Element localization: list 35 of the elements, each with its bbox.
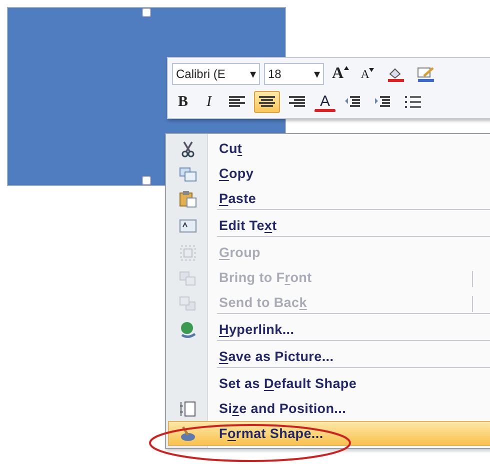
indent-icon	[344, 94, 362, 110]
align-right-icon	[288, 94, 306, 110]
align-center-button[interactable]	[254, 91, 280, 113]
scissors-icon	[179, 140, 197, 158]
font-color-button[interactable]: A	[314, 92, 336, 112]
paint-bucket-icon	[386, 66, 405, 82]
layers-icon	[179, 294, 197, 312]
group-icon	[179, 244, 197, 262]
menu-item[interactable]: Set as Default Shape	[168, 371, 490, 396]
layers-icon	[179, 268, 197, 286]
shrink-font-button[interactable]: A	[356, 63, 379, 85]
clipboard-icon	[179, 190, 197, 208]
menu-item[interactable]: Size and Position...	[168, 396, 490, 421]
menu-item[interactable]: Format Shape...	[168, 421, 490, 446]
caret-up-icon	[344, 66, 349, 70]
caret-down-icon	[369, 68, 374, 72]
align-left-icon	[228, 94, 246, 110]
italic-button[interactable]: I	[198, 91, 220, 113]
resize-handle[interactable]	[142, 176, 151, 185]
resize-handle[interactable]	[142, 8, 151, 17]
pencil-icon	[416, 66, 435, 82]
bold-button[interactable]: B	[172, 91, 194, 113]
paint-brush-icon	[179, 424, 197, 442]
copy-icon	[179, 164, 197, 182]
menu-item[interactable]: Copy	[168, 161, 490, 186]
globe-icon	[179, 320, 197, 338]
grow-font-button[interactable]: A	[328, 63, 353, 85]
font-size-field[interactable]: 18 ▾	[264, 63, 324, 85]
resize-icon	[179, 400, 197, 418]
bullet-list-icon	[404, 94, 422, 110]
font-name-field[interactable]: Calibri (E ▾	[172, 63, 260, 85]
indent-icon	[374, 94, 392, 110]
align-center-icon	[258, 94, 276, 110]
text-box-icon	[179, 216, 197, 234]
menu-item[interactable]: Cut	[168, 136, 490, 161]
